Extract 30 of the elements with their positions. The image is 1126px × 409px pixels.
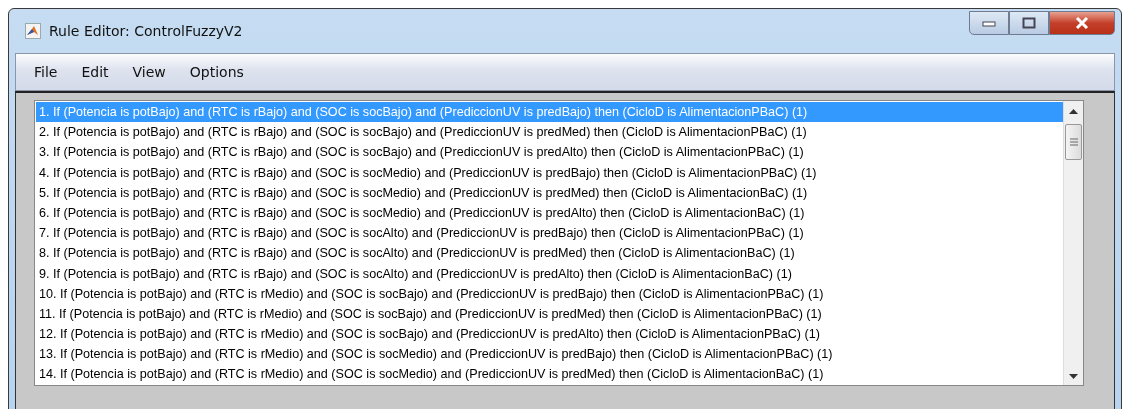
rule-item[interactable]: 14. If (Potencia is potBajo) and (RTC is rMedio) and (SOC is socMedio) and (PrediccionUV is predMed) then (CicloD is AlimentacionBaC) (1): [36, 364, 1063, 385]
rule-item[interactable]: 4. If (Potencia is potBajo) and (RTC is rBajo) and (SOC is socMedio) and (PrediccionUV is predBajo) then (CicloD is AlimentacionPBaC) (1): [36, 162, 1063, 183]
maximize-icon: [1022, 17, 1036, 29]
scroll-down-icon[interactable]: [1069, 374, 1078, 379]
rule-item[interactable]: 12. If (Potencia is potBajo) and (RTC is rMedio) and (SOC is socBajo) and (PrediccionUV is predAlto) then (CicloD is AlimentacionPBaC) (1): [36, 324, 1063, 345]
rule-item[interactable]: 5. If (Potencia is potBajo) and (RTC is rBajo) and (SOC is socMedio) and (PrediccionUV is predMed) then (CicloD is AlimentacionBaC) (1): [36, 182, 1063, 203]
rule-item[interactable]: 9. If (Potencia is potBajo) and (RTC is rBajo) and (SOC is socAlto) and (PrediccionUV is predAlto) then (CicloD is AlimentacionBaC) (1): [36, 263, 1063, 284]
rule-item[interactable]: 7. If (Potencia is potBajo) and (RTC is rBajo) and (SOC is socAlto) and (PrediccionUV is predBajo) then (CicloD is AlimentacionPBaC) (1): [36, 223, 1063, 244]
menu-item[interactable]: File: [34, 64, 58, 80]
menu-item[interactable]: Options: [189, 64, 244, 80]
rule-item[interactable]: 10. If (Potencia is potBajo) and (RTC is rMedio) and (SOC is socBajo) and (PrediccionUV is predBajo) then (CicloD is AlimentacionPBaC) (1): [36, 283, 1063, 304]
scroll-up-icon[interactable]: [1069, 109, 1078, 114]
rule-item[interactable]: 11. If (Potencia is potBajo) and (RTC is rMedio) and (SOC is socBajo) and (PrediccionUV is predMed) then (CicloD is AlimentacionPBaC) (1): [36, 303, 1063, 325]
rule-item[interactable]: 2. If (Potencia is potBajo) and (RTC is rBajo) and (SOC is socBajo) and (PrediccionUV is predMed) then (CicloD is AlimentacionPBaC) (1): [36, 122, 1063, 143]
rule-item[interactable]: 8. If (Potencia is potBajo) and (RTC is rBajo) and (SOC is socAlto) and (PrediccionUV is predMed) then (CicloD is AlimentacionBaC) (1): [36, 243, 1063, 264]
scrollbar[interactable]: [1063, 101, 1083, 385]
menu-item[interactable]: Edit: [81, 64, 109, 80]
app-icon: [25, 23, 41, 39]
minimize-icon: [982, 19, 996, 27]
menu-item[interactable]: View: [132, 64, 166, 80]
minimize-button[interactable]: [969, 11, 1009, 35]
grip-icon: [1068, 137, 1079, 147]
rule-item[interactable]: 6. If (Potencia is potBajo) and (RTC is rBajo) and (SOC is socMedio) and (PrediccionUV is predAlto) then (CicloD is AlimentacionBaC) (1): [36, 202, 1063, 224]
close-button[interactable]: [1049, 11, 1115, 35]
close-icon: [1074, 17, 1090, 29]
rule-item[interactable]: 3. If (Potencia is potBajo) and (RTC is rBajo) and (SOC is socBajo) and (PrediccionUV is predAlto) then (CicloD is AlimentacionPBaC) (1): [36, 142, 1063, 163]
window-title: Rule Editor: ControlFuzzyV2: [49, 23, 243, 39]
maximize-button[interactable]: [1009, 11, 1049, 35]
scroll-thumb[interactable]: [1065, 124, 1082, 160]
rule-item[interactable]: 13. If (Potencia is potBajo) and (RTC is rMedio) and (SOC is socMedio) and (PrediccionUV is predBajo) then (CicloD is AlimentacionPBaC) (1): [36, 344, 1063, 365]
